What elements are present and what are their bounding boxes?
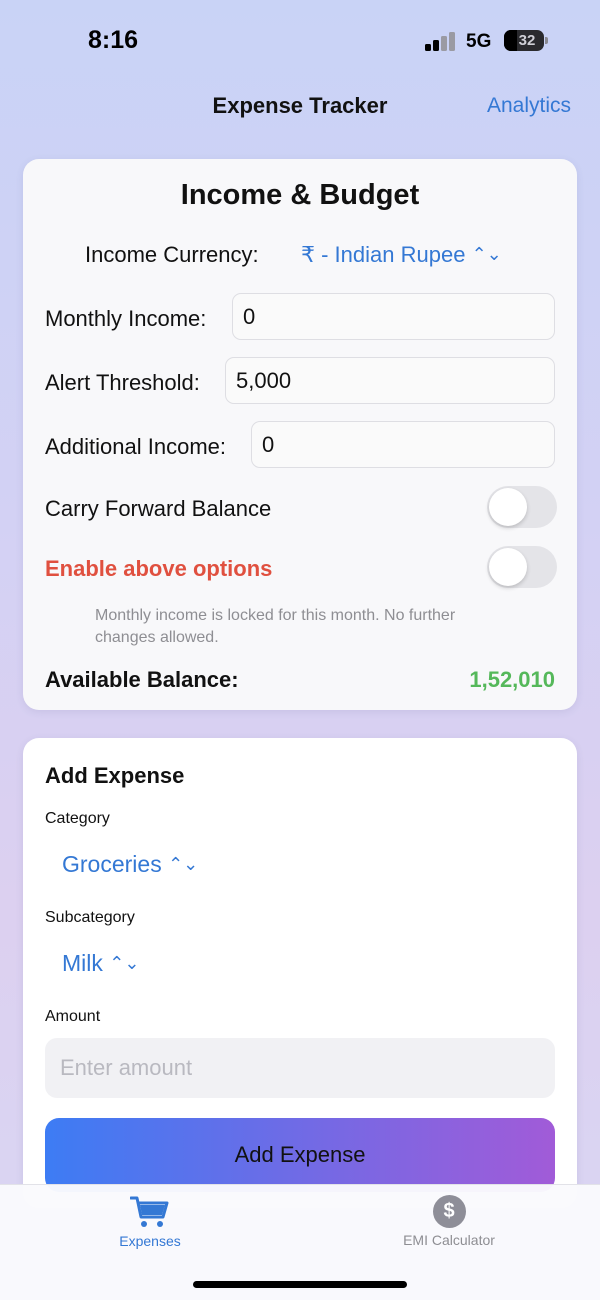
income-currency-picker[interactable]: ₹ - Indian Rupee ⌃⌄ [301,242,502,268]
chevron-up-down-icon: ⌃⌄ [109,953,140,973]
alert-threshold-field[interactable]: 5,000 [225,357,555,404]
monthly-income-value: 0 [243,304,256,329]
add-expense-card: Add Expense Category Groceries ⌃⌄ Subcat… [23,738,577,1208]
cart-icon [130,1196,169,1227]
battery-cap [545,37,548,44]
chevron-up-down-icon: ⌃⌄ [168,854,199,874]
battery-level: 32 [518,32,536,49]
income-currency-value: ₹ - Indian Rupee [301,242,466,267]
dollar-icon: $ [432,1195,466,1228]
enable-options-label: Enable above options [45,556,273,581]
carry-forward-toggle[interactable] [487,486,557,528]
additional-income-value: 0 [262,432,275,457]
tab-expenses[interactable]: Expenses [50,1195,250,1249]
status-bar: 8:16 5G 32 [0,0,600,80]
toggle-knob [489,488,527,526]
subcategory-label: Subcategory [45,909,135,926]
additional-income-field[interactable]: 0 [251,421,555,468]
home-indicator [193,1281,407,1288]
add-expense-button[interactable]: Add Expense [45,1118,555,1192]
cellular-signal-icon [425,31,457,51]
income-currency-label: Income Currency: [85,242,259,267]
category-label: Category [45,810,110,827]
tab-emi-calculator[interactable]: $ EMI Calculator [349,1195,549,1248]
alert-threshold-label: Alert Threshold: [45,370,200,395]
analytics-link[interactable]: Analytics [487,94,571,118]
add-expense-title: Add Expense [45,763,185,788]
category-picker[interactable]: Groceries ⌃⌄ [62,851,198,878]
additional-income-label: Additional Income: [45,434,226,459]
network-type: 5G [466,31,492,52]
battery-icon: 32 [504,30,544,51]
available-balance-label: Available Balance: [45,667,239,692]
carry-forward-label: Carry Forward Balance [45,496,272,521]
income-budget-title: Income & Budget [180,179,420,211]
income-budget-card: Income & Budget Income Currency: ₹ - Ind… [23,159,577,710]
lock-note: Monthly income is locked for this month.… [95,607,456,646]
amount-label: Amount [45,1008,101,1025]
subcategory-value: Milk [62,950,103,976]
subcategory-picker[interactable]: Milk ⌃⌄ [62,950,139,977]
monthly-income-field[interactable]: 0 [232,293,555,340]
enable-options-toggle[interactable] [487,546,557,588]
alert-threshold-value: 5,000 [236,368,292,393]
category-value: Groceries [62,851,162,877]
monthly-income-label: Monthly Income: [45,306,207,331]
tab-emi-label: EMI Calculator [403,1232,495,1248]
toggle-knob [489,548,527,586]
available-balance-value: 1,52,010 [469,667,555,692]
chevron-up-down-icon: ⌃⌄ [471,244,502,264]
status-time: 8:16 [88,26,139,54]
amount-input[interactable] [45,1038,555,1098]
tab-expenses-label: Expenses [119,1233,181,1249]
